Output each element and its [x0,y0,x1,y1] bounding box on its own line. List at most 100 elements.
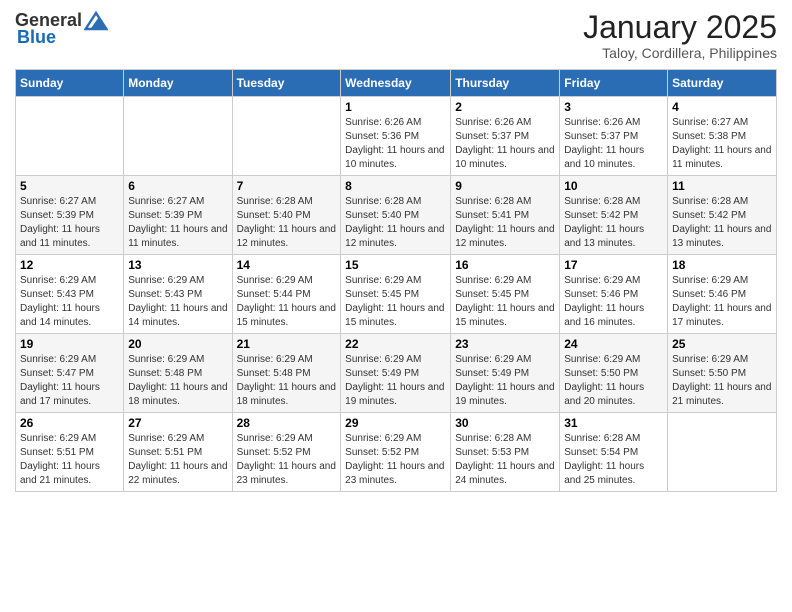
calendar-cell: 13 Sunrise: 6:29 AM Sunset: 5:43 PM Dayl… [124,255,232,334]
sunrise: Sunrise: 6:28 AM [564,433,640,444]
day-number: 1 [345,100,446,114]
day-info: Sunrise: 6:26 AM Sunset: 5:37 PM Dayligh… [564,116,663,172]
col-thursday: Thursday [451,70,560,97]
sunrise: Sunrise: 6:29 AM [20,275,96,286]
calendar-week-5: 26 Sunrise: 6:29 AM Sunset: 5:51 PM Dayl… [16,413,777,492]
calendar-cell: 6 Sunrise: 6:27 AM Sunset: 5:39 PM Dayli… [124,176,232,255]
calendar-week-4: 19 Sunrise: 6:29 AM Sunset: 5:47 PM Dayl… [16,334,777,413]
day-number: 18 [672,258,772,272]
calendar-cell: 22 Sunrise: 6:29 AM Sunset: 5:49 PM Dayl… [341,334,451,413]
day-number: 11 [672,179,772,193]
day-number: 30 [455,416,555,430]
daylight: Daylight: 11 hours and 14 minutes. [128,303,227,328]
day-number: 25 [672,337,772,351]
daylight: Daylight: 11 hours and 11 minutes. [128,224,227,249]
sunrise: Sunrise: 6:29 AM [128,354,204,365]
calendar-cell [16,97,124,176]
sunrise: Sunrise: 6:29 AM [345,354,421,365]
day-number: 29 [345,416,446,430]
title-block: January 2025 Taloy, Cordillera, Philippi… [583,10,777,61]
sunset: Sunset: 5:50 PM [672,368,746,379]
calendar-cell: 12 Sunrise: 6:29 AM Sunset: 5:43 PM Dayl… [16,255,124,334]
day-info: Sunrise: 6:28 AM Sunset: 5:40 PM Dayligh… [345,195,446,251]
day-number: 10 [564,179,663,193]
calendar-cell: 4 Sunrise: 6:27 AM Sunset: 5:38 PM Dayli… [668,97,777,176]
day-info: Sunrise: 6:28 AM Sunset: 5:40 PM Dayligh… [237,195,337,251]
calendar-cell: 18 Sunrise: 6:29 AM Sunset: 5:46 PM Dayl… [668,255,777,334]
day-number: 15 [345,258,446,272]
calendar-cell: 29 Sunrise: 6:29 AM Sunset: 5:52 PM Dayl… [341,413,451,492]
calendar-week-2: 5 Sunrise: 6:27 AM Sunset: 5:39 PM Dayli… [16,176,777,255]
daylight: Daylight: 11 hours and 10 minutes. [345,145,444,170]
day-number: 22 [345,337,446,351]
sunset: Sunset: 5:45 PM [345,289,419,300]
day-info: Sunrise: 6:28 AM Sunset: 5:42 PM Dayligh… [564,195,663,251]
col-tuesday: Tuesday [232,70,341,97]
sunset: Sunset: 5:51 PM [128,447,202,458]
sunrise: Sunrise: 6:28 AM [564,196,640,207]
location: Taloy, Cordillera, Philippines [583,45,777,61]
calendar-cell: 10 Sunrise: 6:28 AM Sunset: 5:42 PM Dayl… [560,176,668,255]
day-number: 16 [455,258,555,272]
sunset: Sunset: 5:37 PM [564,131,638,142]
daylight: Daylight: 11 hours and 12 minutes. [237,224,336,249]
day-number: 31 [564,416,663,430]
day-number: 20 [128,337,227,351]
calendar-cell: 24 Sunrise: 6:29 AM Sunset: 5:50 PM Dayl… [560,334,668,413]
logo-icon [84,11,108,31]
calendar-cell: 2 Sunrise: 6:26 AM Sunset: 5:37 PM Dayli… [451,97,560,176]
day-info: Sunrise: 6:27 AM Sunset: 5:38 PM Dayligh… [672,116,772,172]
sunrise: Sunrise: 6:27 AM [20,196,96,207]
daylight: Daylight: 11 hours and 10 minutes. [564,145,644,170]
sunset: Sunset: 5:38 PM [672,131,746,142]
sunset: Sunset: 5:49 PM [345,368,419,379]
calendar-header-row: Sunday Monday Tuesday Wednesday Thursday… [16,70,777,97]
daylight: Daylight: 11 hours and 23 minutes. [345,461,444,486]
sunset: Sunset: 5:47 PM [20,368,94,379]
daylight: Daylight: 11 hours and 22 minutes. [128,461,227,486]
logo: General Blue [15,10,108,48]
sunrise: Sunrise: 6:29 AM [128,275,204,286]
day-number: 6 [128,179,227,193]
daylight: Daylight: 11 hours and 20 minutes. [564,382,644,407]
day-number: 4 [672,100,772,114]
daylight: Daylight: 11 hours and 19 minutes. [345,382,444,407]
day-info: Sunrise: 6:27 AM Sunset: 5:39 PM Dayligh… [128,195,227,251]
daylight: Daylight: 11 hours and 25 minutes. [564,461,644,486]
sunset: Sunset: 5:48 PM [128,368,202,379]
day-info: Sunrise: 6:29 AM Sunset: 5:43 PM Dayligh… [20,274,119,330]
sunset: Sunset: 5:46 PM [564,289,638,300]
day-number: 7 [237,179,337,193]
calendar-cell: 16 Sunrise: 6:29 AM Sunset: 5:45 PM Dayl… [451,255,560,334]
col-monday: Monday [124,70,232,97]
sunrise: Sunrise: 6:27 AM [672,117,748,128]
day-info: Sunrise: 6:29 AM Sunset: 5:51 PM Dayligh… [20,432,119,488]
page-container: General Blue January 2025 Taloy, Cordill… [0,0,792,502]
daylight: Daylight: 11 hours and 13 minutes. [564,224,644,249]
sunrise: Sunrise: 6:28 AM [672,196,748,207]
calendar-table: Sunday Monday Tuesday Wednesday Thursday… [15,69,777,492]
daylight: Daylight: 11 hours and 15 minutes. [455,303,554,328]
calendar-cell [124,97,232,176]
day-info: Sunrise: 6:29 AM Sunset: 5:48 PM Dayligh… [128,353,227,409]
sunrise: Sunrise: 6:29 AM [345,275,421,286]
calendar-cell: 14 Sunrise: 6:29 AM Sunset: 5:44 PM Dayl… [232,255,341,334]
sunset: Sunset: 5:39 PM [20,210,94,221]
sunrise: Sunrise: 6:27 AM [128,196,204,207]
day-info: Sunrise: 6:29 AM Sunset: 5:46 PM Dayligh… [564,274,663,330]
sunrise: Sunrise: 6:26 AM [564,117,640,128]
day-info: Sunrise: 6:29 AM Sunset: 5:50 PM Dayligh… [564,353,663,409]
sunset: Sunset: 5:41 PM [455,210,529,221]
day-number: 23 [455,337,555,351]
calendar-cell: 11 Sunrise: 6:28 AM Sunset: 5:42 PM Dayl… [668,176,777,255]
daylight: Daylight: 11 hours and 24 minutes. [455,461,554,486]
month-year: January 2025 [583,10,777,45]
sunset: Sunset: 5:40 PM [237,210,311,221]
day-number: 14 [237,258,337,272]
sunset: Sunset: 5:49 PM [455,368,529,379]
calendar-cell: 3 Sunrise: 6:26 AM Sunset: 5:37 PM Dayli… [560,97,668,176]
calendar-cell: 30 Sunrise: 6:28 AM Sunset: 5:53 PM Dayl… [451,413,560,492]
calendar-cell: 25 Sunrise: 6:29 AM Sunset: 5:50 PM Dayl… [668,334,777,413]
sunset: Sunset: 5:50 PM [564,368,638,379]
calendar-cell: 27 Sunrise: 6:29 AM Sunset: 5:51 PM Dayl… [124,413,232,492]
